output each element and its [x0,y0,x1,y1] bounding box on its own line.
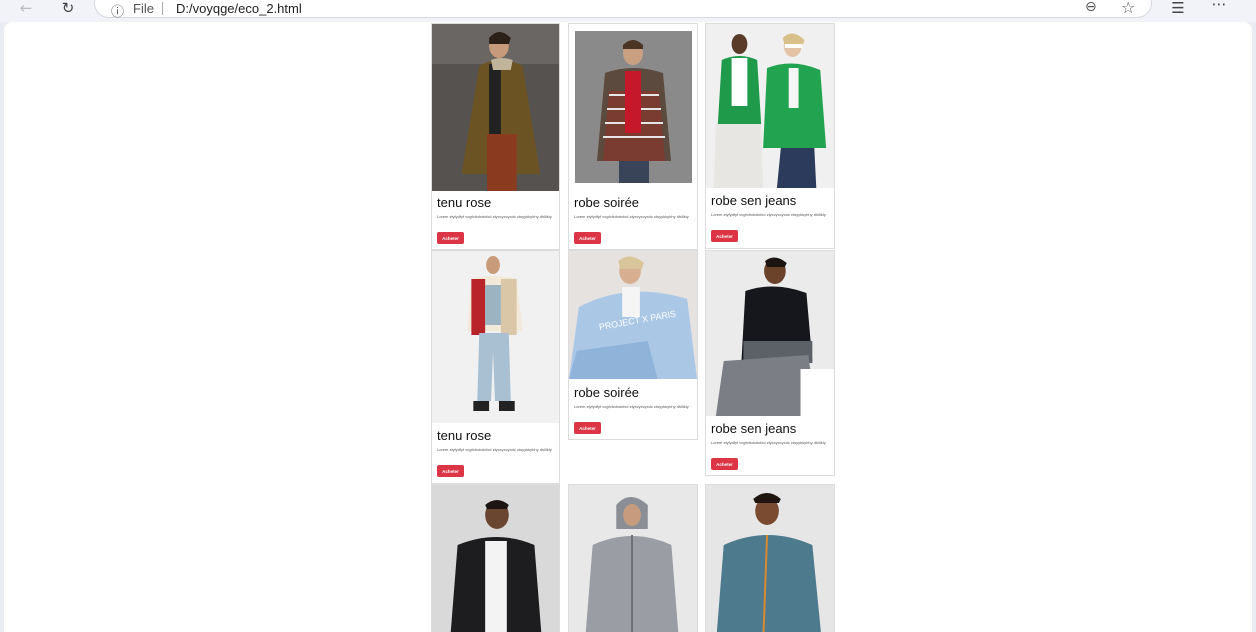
product-image [432,251,559,423]
product-card: PROJECT X PARIS robe soirée Lorem ztyfyd… [568,250,698,440]
buy-button[interactable]: Acheter [711,230,738,242]
product-description: Lorem ztyfydfyf vcgfcfxdxdxfxd ztyxcyxcy… [574,404,689,409]
product-card: robe sen jeans Lorem ztyfydfyf vcgfcfxdx… [705,23,835,249]
product-title: robe sen jeans [711,421,797,436]
product-card: robe sen jeans Lorem ztyfydfyf vcgfcfxdx… [705,250,835,476]
buy-button[interactable]: Acheter [574,232,601,244]
favorite-star-icon[interactable]: ☆ [1121,0,1135,17]
product-description: Lorem ztyfydfyf vcgfcfxdxdxfxd ztyxcyxcy… [437,214,552,219]
buy-button[interactable]: Acheter [437,465,464,477]
product-image [706,485,834,632]
product-image [706,251,834,416]
product-title: robe sen jeans [711,193,797,208]
product-card [431,484,560,632]
product-image [706,24,834,188]
zoom-out-icon[interactable]: ⊖ [1085,0,1097,15]
address-separator [162,2,163,15]
buy-button[interactable]: Acheter [711,458,738,470]
product-description: Lorem ztyfydfyf vcgfcfxdxdxfxd ztyxcyxcy… [711,212,826,217]
more-menu-icon[interactable]: ⋯ [1208,0,1230,13]
product-card: robe soirée Lorem ztyfydfyf vcgfcfxdxdxf… [568,23,698,250]
product-title: tenu rose [437,428,492,443]
buy-button[interactable]: Acheter [437,232,464,244]
product-image [432,485,559,632]
product-card [568,484,698,632]
product-description: Lorem ztyfydfyf vcgfcfxdxdxfxd ztyxcyxcy… [437,447,552,452]
browser-toolbar: ← ↻ ⓘ File D:/voyqge/eco_2.html ⊖ ☆ ☰ ⋯ [0,0,1256,22]
page-viewport: tenu rose Lorem ztyfydfyf vcgfcfxdxdxfxd… [4,22,1252,632]
product-title: tenu rose [437,195,492,210]
product-card [705,484,835,632]
url-text[interactable]: D:/voyqge/eco_2.html [176,1,302,16]
product-image [432,24,559,191]
product-image [575,31,692,183]
address-bar[interactable]: ⓘ File D:/voyqge/eco_2.html ⊖ ☆ [94,0,1152,20]
back-arrow-icon[interactable]: ← [16,0,36,17]
product-title: robe soirée [574,195,640,210]
product-card: tenu rose Lorem ztyfydfyf vcgfcfxdxdxfxd… [431,250,560,484]
buy-button[interactable]: Acheter [574,422,601,434]
refresh-icon[interactable]: ↻ [58,0,78,17]
product-description: Lorem ztyfydfyf vcgfcfxdxdxfxd ztyxcyxcy… [574,214,689,219]
product-title: robe soirée [574,385,640,400]
info-icon[interactable]: ⓘ [111,1,124,20]
file-label: File [133,1,154,16]
product-card: tenu rose Lorem ztyfydfyf vcgfcfxdxdxfxd… [431,23,560,250]
product-description: Lorem ztyfydfyf vcgfcfxdxdxfxd ztyxcyxcy… [711,440,826,445]
product-image [569,485,697,632]
favorites-list-icon[interactable]: ☰ [1168,0,1188,17]
product-image: PROJECT X PARIS [569,251,697,379]
